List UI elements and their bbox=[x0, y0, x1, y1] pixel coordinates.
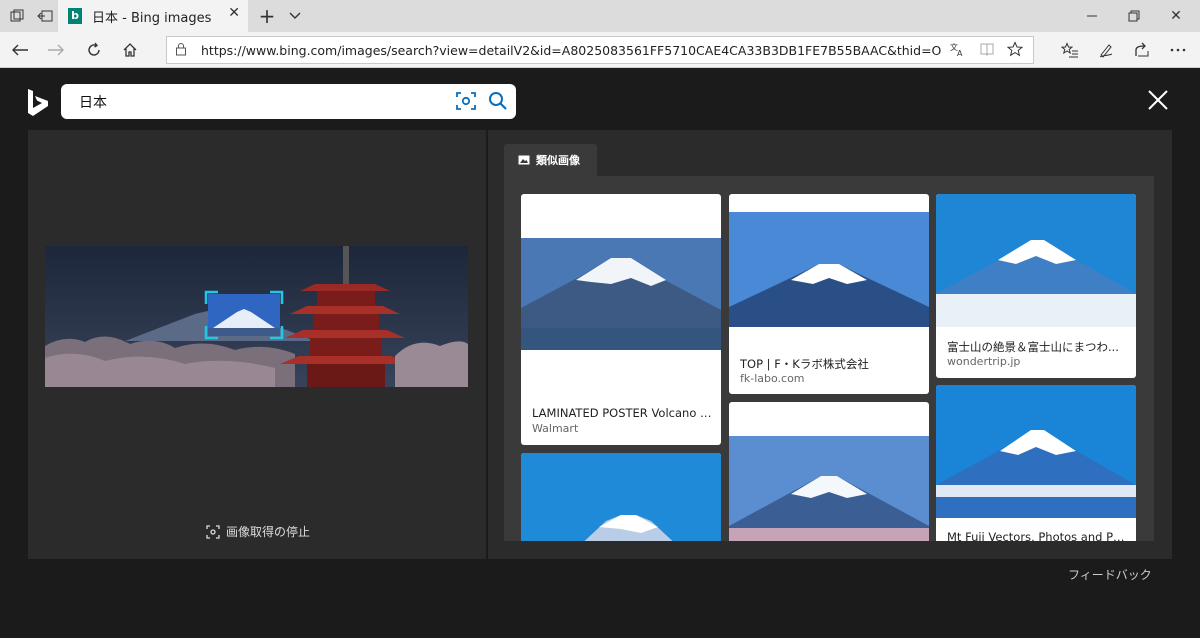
navigation-bar: https://www.bing.com/images/search?view=… bbox=[0, 32, 1200, 68]
image-icon bbox=[518, 155, 530, 165]
bing-favicon-icon: b bbox=[68, 8, 82, 24]
similar-images-pane: 類似画像 LAMINATED POSTER Volcano A... Walma… bbox=[488, 130, 1172, 559]
fuji-thumbnail-image bbox=[729, 212, 929, 327]
svg-text:A: A bbox=[957, 49, 963, 57]
minimize-icon[interactable] bbox=[1072, 4, 1112, 28]
similar-images-grid: LAMINATED POSTER Volcano A... Walmart TO… bbox=[504, 176, 1154, 541]
similar-image-card[interactable]: TOP | F・Kラボ株式会社 fk-labo.com bbox=[729, 194, 929, 394]
tab-actions-icon[interactable] bbox=[6, 5, 28, 27]
card-title: 富士山の絶景＆富士山にまつわ... bbox=[947, 340, 1119, 354]
lock-icon[interactable] bbox=[175, 42, 187, 60]
feedback-link[interactable]: フィードバック bbox=[1068, 566, 1152, 583]
close-overlay-icon[interactable] bbox=[1145, 87, 1171, 113]
fuji-thumbnail-image bbox=[936, 385, 1136, 518]
similar-image-card[interactable] bbox=[521, 453, 721, 541]
fuji-thumbnail-image bbox=[521, 453, 721, 541]
search-input[interactable]: 日本 bbox=[79, 92, 107, 112]
card-source: fk-labo.com bbox=[740, 372, 805, 385]
stop-capture-label: 画像取得の停止 bbox=[226, 525, 311, 539]
pen-notes-icon[interactable] bbox=[1094, 38, 1118, 62]
restore-icon[interactable] bbox=[1114, 4, 1154, 28]
card-title: LAMINATED POSTER Volcano A... bbox=[532, 406, 712, 420]
tab-bing-images[interactable]: b 日本 - Bing images ✕ bbox=[58, 0, 248, 32]
card-title: Mt Fuji Vectors, Photos and PSD... bbox=[947, 530, 1127, 541]
window-close-icon[interactable]: ✕ bbox=[1156, 4, 1196, 28]
tab-close-icon[interactable]: ✕ bbox=[228, 5, 240, 21]
stop-capture-button[interactable]: 画像取得の停止 bbox=[206, 523, 310, 540]
set-aside-tabs-icon[interactable] bbox=[34, 5, 56, 27]
card-source: Walmart bbox=[532, 422, 579, 435]
more-options-icon[interactable] bbox=[1166, 38, 1190, 62]
favorite-star-icon[interactable] bbox=[1006, 41, 1024, 61]
visual-search-icon[interactable] bbox=[455, 90, 477, 112]
home-icon[interactable] bbox=[118, 38, 142, 62]
similar-image-card[interactable]: 富士山の絶景＆富士山にまつわ... wondertrip.jp bbox=[936, 194, 1136, 378]
similar-image-card[interactable]: Mt Fuji Vectors, Photos and PSD... bbox=[936, 385, 1136, 541]
tab-similar-images[interactable]: 類似画像 bbox=[504, 144, 597, 176]
similar-tab-label: 類似画像 bbox=[536, 154, 580, 167]
refresh-icon[interactable] bbox=[82, 38, 106, 62]
card-source: wondertrip.jp bbox=[947, 355, 1021, 368]
similar-image-card[interactable]: LAMINATED POSTER Volcano A... Walmart bbox=[521, 194, 721, 445]
bing-logo-icon[interactable] bbox=[26, 88, 50, 118]
tab-strip: b 日本 - Bing images ✕ + ✕ bbox=[0, 0, 1200, 32]
forward-icon[interactable] bbox=[44, 38, 68, 62]
fuji-thumbnail-image bbox=[729, 436, 929, 541]
address-bar[interactable]: https://www.bing.com/images/search?view=… bbox=[166, 36, 1034, 64]
url-text[interactable]: https://www.bing.com/images/search?view=… bbox=[201, 43, 941, 58]
back-icon[interactable] bbox=[8, 38, 32, 62]
similar-image-card[interactable] bbox=[729, 402, 929, 541]
favorites-list-icon[interactable] bbox=[1058, 38, 1082, 62]
fuji-thumbnail-image bbox=[521, 238, 721, 350]
search-icon[interactable] bbox=[487, 90, 509, 112]
main-image-pane: 画像取得の停止 bbox=[28, 130, 486, 559]
share-icon[interactable] bbox=[1130, 38, 1154, 62]
reading-view-icon[interactable] bbox=[979, 41, 995, 61]
stop-capture-icon bbox=[206, 524, 220, 539]
card-title: TOP | F・Kラボ株式会社 bbox=[740, 357, 869, 371]
tab-title: 日本 - Bing images bbox=[92, 11, 212, 26]
new-tab-icon[interactable]: + bbox=[256, 4, 278, 28]
main-image-pagoda-fuji[interactable] bbox=[45, 246, 468, 387]
translate-icon[interactable]: 文A bbox=[949, 41, 965, 61]
bing-image-detail-overlay: 日本 画像取得の停止 類似画像 LAMINATED POSTER Volcano… bbox=[0, 69, 1200, 638]
search-box[interactable]: 日本 bbox=[61, 84, 516, 119]
fuji-thumbnail-image bbox=[936, 194, 1136, 327]
tab-list-chevron-down-icon[interactable] bbox=[284, 5, 306, 27]
